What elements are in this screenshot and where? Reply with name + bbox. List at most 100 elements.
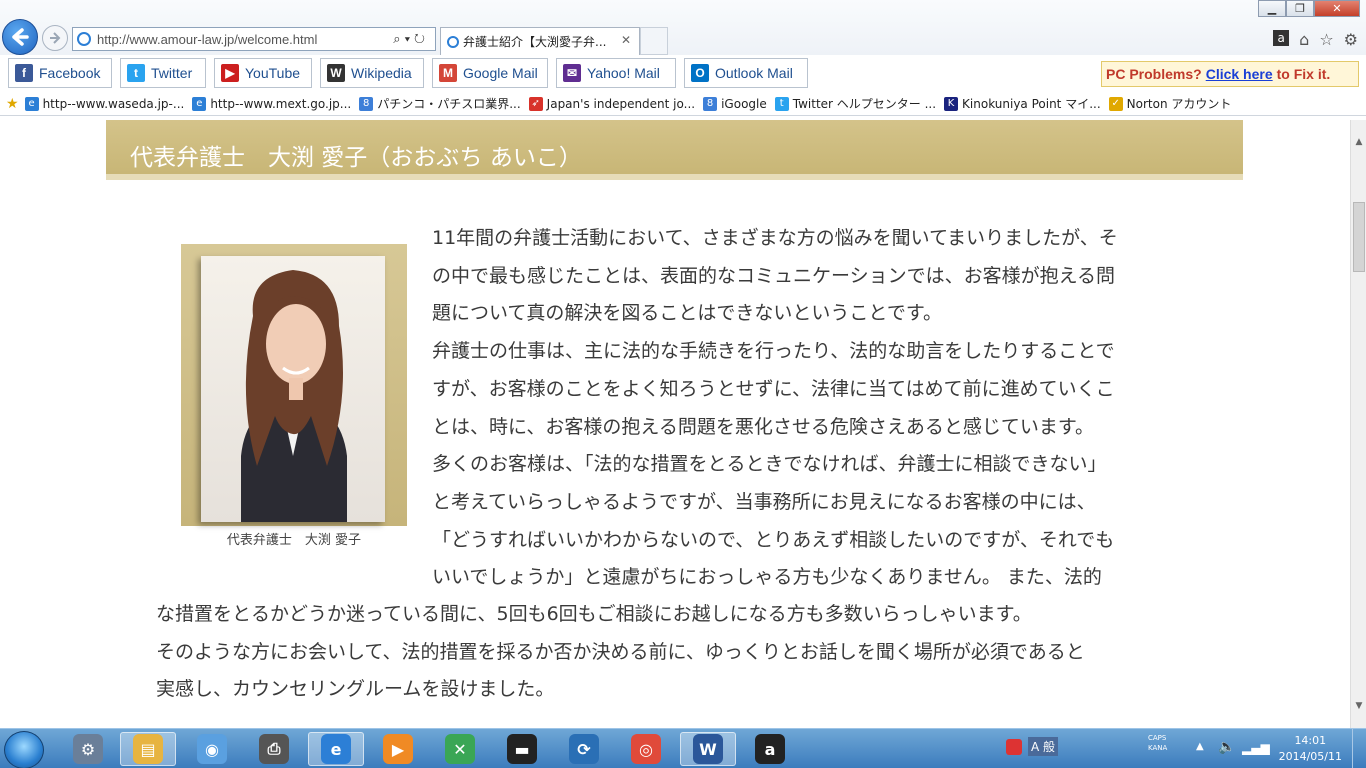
- favorite-google-mail[interactable]: M Google Mail: [432, 58, 548, 88]
- bookmark-item[interactable]: t Twitter ヘルプセンター ...: [774, 95, 937, 112]
- fix-it-text: to Fix it.: [1276, 66, 1331, 82]
- home-icon[interactable]: ⌂: [1299, 30, 1309, 49]
- clock[interactable]: 14:01 2014/05/11: [1279, 733, 1342, 765]
- security-tray-icon[interactable]: [1006, 739, 1022, 755]
- bookmark-icon: 8: [359, 96, 374, 111]
- taskbar-app[interactable]: ◉: [184, 732, 240, 766]
- bookmark-icon: K: [944, 96, 959, 111]
- taskbar-app[interactable]: ▤: [120, 732, 176, 766]
- page-content: 代表弁護士 大渕 愛子（おおぶち あいこ） 代表弁護士 大渕 愛子 11年間の弁…: [0, 120, 1350, 728]
- body-text-line: の中で最も感じたことは、表面的なコミュニケーションでは、お客様が抱える問: [432, 264, 1116, 287]
- bookmark-label: Twitter ヘルプセンター ...: [792, 97, 937, 111]
- forward-arrow-icon: [50, 32, 61, 44]
- youtube-icon: ▶: [221, 64, 239, 82]
- bookmark-item[interactable]: K Kinokuniya Point マイ...: [944, 95, 1101, 112]
- favorite-label: Facebook: [39, 65, 101, 81]
- explorer-icon: ▤: [133, 734, 163, 764]
- bookmark-item[interactable]: e http--www.waseda.jp-...: [24, 96, 185, 111]
- click-here-link[interactable]: Click here: [1206, 66, 1273, 82]
- body-text-line: とは、時に、お客様の抱える問題を悪化させる危険さえあると感じています。: [432, 415, 1094, 438]
- show-desktop-button[interactable]: [1352, 729, 1366, 768]
- bookmark-item[interactable]: 8 パチンコ・パチスロ業界...: [359, 95, 521, 112]
- taskbar-app[interactable]: ⟳: [556, 732, 612, 766]
- favorites-star-icon[interactable]: ★: [6, 96, 19, 112]
- scroll-up-icon[interactable]: ▲: [1351, 134, 1366, 150]
- caps-indicator: CAPS: [1148, 734, 1167, 742]
- tools-icon: ✕: [445, 734, 475, 764]
- chrome-icon: ◎: [631, 734, 661, 764]
- taskbar-app[interactable]: W: [680, 732, 736, 766]
- scroll-thumb[interactable]: [1353, 202, 1365, 272]
- back-button[interactable]: [2, 19, 38, 55]
- bookmark-item[interactable]: ➶ Japan's independent jo...: [528, 96, 696, 111]
- star-icon[interactable]: ☆: [1319, 30, 1333, 49]
- address-bar[interactable]: http://www.amour-law.jp/welcome.html ⌕▾↻: [72, 27, 436, 51]
- network-signal-icon[interactable]: ▂▄▆: [1242, 741, 1270, 755]
- tab-title: 弁護士紹介【大渕愛子弁...: [463, 35, 607, 49]
- scroll-down-icon[interactable]: ▼: [1351, 698, 1366, 714]
- taskbar-app[interactable]: ▶: [370, 732, 426, 766]
- close-button[interactable]: ✕: [1314, 0, 1360, 17]
- navigation-bar: http://www.amour-law.jp/welcome.html ⌕▾↻…: [0, 0, 1366, 55]
- clock-time: 14:01: [1294, 734, 1327, 747]
- favorite-yahoo-mail[interactable]: ✉ Yahoo! Mail: [556, 58, 676, 88]
- show-hidden-icons[interactable]: ▲: [1196, 741, 1204, 752]
- ime-mode: 般: [1043, 740, 1056, 754]
- system-tray: A 般 CAPS KANA ▲ 🔈 ▂▄▆ 14:01 2014/05/11: [1000, 729, 1366, 768]
- bookmark-label: Japan's independent jo...: [546, 96, 696, 111]
- amazon-toolbar-icon[interactable]: a: [1273, 30, 1290, 46]
- body-text-line: 弁護士の仕事は、主に法的な手続きを行ったり、法的な助言をしたりすることで: [432, 340, 1115, 363]
- address-tools[interactable]: ⌕▾↻: [393, 31, 429, 47]
- favorite-youtube[interactable]: ▶ YouTube: [214, 58, 312, 88]
- taskbar-app[interactable]: e: [308, 732, 364, 766]
- forward-button[interactable]: [42, 25, 68, 51]
- amazon-icon: a: [755, 734, 785, 764]
- favorite-outlook-mail[interactable]: O Outlook Mail: [684, 58, 808, 88]
- browser-chrome: http://www.amour-law.jp/welcome.html ⌕▾↻…: [0, 0, 1366, 120]
- body-text-line: な措置をとるかどうか迷っている間に、5回も6回もご相談にお越しになる方も多数いら…: [156, 603, 1032, 625]
- body-text-line: 題について真の解決を図ることはできないということです。: [432, 302, 942, 325]
- volume-icon[interactable]: 🔈: [1218, 739, 1235, 755]
- bookmark-label: http--www.waseda.jp-...: [42, 96, 185, 111]
- bookmark-icon: t: [774, 96, 789, 111]
- word-icon: W: [693, 734, 723, 764]
- ime-icon[interactable]: A 般: [1028, 737, 1059, 756]
- printer-icon: ▬: [507, 734, 537, 764]
- taskbar-app[interactable]: ▬: [494, 732, 550, 766]
- favorite-label: Twitter: [151, 65, 193, 81]
- bookmark-icon: e: [24, 96, 39, 111]
- tab-active[interactable]: 弁護士紹介【大渕愛子弁... ✕: [440, 27, 640, 55]
- bookmark-label: Kinokuniya Point マイ...: [962, 97, 1101, 111]
- bookmark-label: Norton アカウント: [1126, 97, 1232, 111]
- new-tab-button[interactable]: [640, 27, 668, 55]
- bookmark-item[interactable]: 8 iGoogle: [703, 96, 767, 111]
- gear-icon[interactable]: ⚙: [1344, 30, 1358, 49]
- favorite-facebook[interactable]: f Facebook: [8, 58, 112, 88]
- body-text-line: すが、お客様のことをよく知ろうとせずに、法律に当てはめて前に進めていくこ: [432, 377, 1115, 400]
- bookmark-label: iGoogle: [721, 96, 767, 111]
- taskbar-app[interactable]: ⚙: [60, 732, 116, 766]
- photo-caption: 代表弁護士 大渕 愛子: [226, 533, 362, 548]
- remote-icon: ⟳: [569, 734, 599, 764]
- bookmark-item[interactable]: ✓ Norton アカウント: [1108, 95, 1232, 112]
- taskbar-app[interactable]: ◎: [618, 732, 674, 766]
- page-heading: 代表弁護士 大渕 愛子（おおぶち あいこ）: [106, 120, 1243, 180]
- back-arrow-icon: [12, 28, 29, 46]
- taskbar-app[interactable]: a: [742, 732, 798, 766]
- taskbar-app[interactable]: ⎙: [246, 732, 302, 766]
- body-text-line: そのような方にお会いして、法的措置を採るか否か決める前に、ゆっくりとお話しを聞く…: [156, 640, 1085, 663]
- tab-close-icon[interactable]: ✕: [621, 33, 631, 47]
- restore-button[interactable]: ❐: [1286, 0, 1314, 17]
- favorite-label: Wikipedia: [351, 65, 412, 81]
- bookmarks-bar: ★ e http--www.waseda.jp-... e http--www.mex…: [0, 92, 1366, 116]
- favorite-twitter[interactable]: t Twitter: [120, 58, 206, 88]
- bookmark-icon: 8: [703, 96, 718, 111]
- favorite-wikipedia[interactable]: W Wikipedia: [320, 58, 424, 88]
- bookmark-item[interactable]: e http--www.mext.go.jp...: [192, 96, 351, 111]
- ie-page-icon: [77, 32, 91, 46]
- start-button[interactable]: [4, 731, 44, 768]
- favorite-label: Outlook Mail: [715, 65, 793, 81]
- vertical-scrollbar[interactable]: ▲ ▼: [1350, 120, 1366, 728]
- taskbar-app[interactable]: ✕: [432, 732, 488, 766]
- minimize-button[interactable]: ▁: [1258, 0, 1286, 17]
